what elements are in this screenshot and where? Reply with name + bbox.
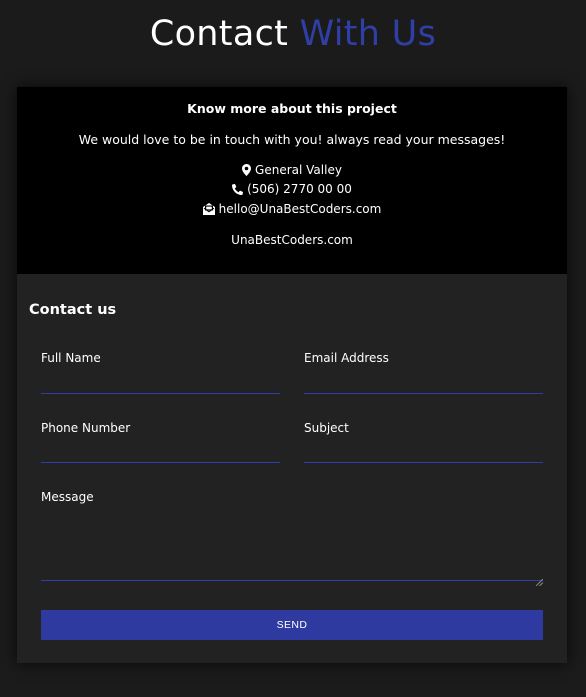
- phone-line: (506) 2770 00 00: [17, 182, 567, 196]
- project-info-panel: Know more about this project We would lo…: [17, 87, 567, 274]
- location-text: General Valley: [255, 163, 342, 177]
- full-name-label: Full Name: [41, 351, 101, 365]
- full-name-input[interactable]: [41, 371, 280, 391]
- full-name-underline: [41, 393, 280, 394]
- phone-number-label: Phone Number: [41, 421, 131, 435]
- page-title-accent: With Us: [299, 14, 437, 54]
- phone-number-input[interactable]: [41, 441, 280, 461]
- phone-icon: [232, 183, 244, 195]
- map-marker-icon: [242, 164, 252, 176]
- page-title: Contact With Us: [0, 14, 586, 54]
- email-line: hello@UnaBestCoders.com: [17, 202, 567, 216]
- envelope-open-icon: [202, 203, 215, 215]
- info-title: Know more about this project: [187, 101, 397, 116]
- message-underline: [41, 580, 543, 581]
- email-address-input[interactable]: [304, 371, 543, 391]
- phone-number-underline: [41, 462, 280, 463]
- page-title-main: Contact: [149, 14, 289, 54]
- info-description: We would love to be in touch with you! a…: [78, 132, 506, 147]
- phone-text: (506) 2770 00 00: [247, 182, 352, 196]
- contact-page: Contact With Us Know more about this pro…: [0, 0, 586, 697]
- resize-handle-icon[interactable]: [535, 571, 544, 587]
- send-button[interactable]: SEND: [41, 610, 543, 640]
- form-title: Contact us: [29, 302, 117, 318]
- message-label: Message: [41, 490, 94, 504]
- email-text: hello@UnaBestCoders.com: [218, 202, 382, 216]
- website-link[interactable]: UnaBestCoders.com: [17, 233, 567, 247]
- subject-input[interactable]: [304, 441, 543, 461]
- subject-underline: [304, 462, 543, 463]
- subject-label: Subject: [304, 421, 349, 435]
- contact-card: Know more about this project We would lo…: [17, 87, 567, 663]
- message-textarea[interactable]: [41, 511, 543, 577]
- location-line: General Valley: [17, 163, 567, 177]
- email-address-underline: [304, 393, 543, 394]
- email-address-label: Email Address: [304, 351, 389, 365]
